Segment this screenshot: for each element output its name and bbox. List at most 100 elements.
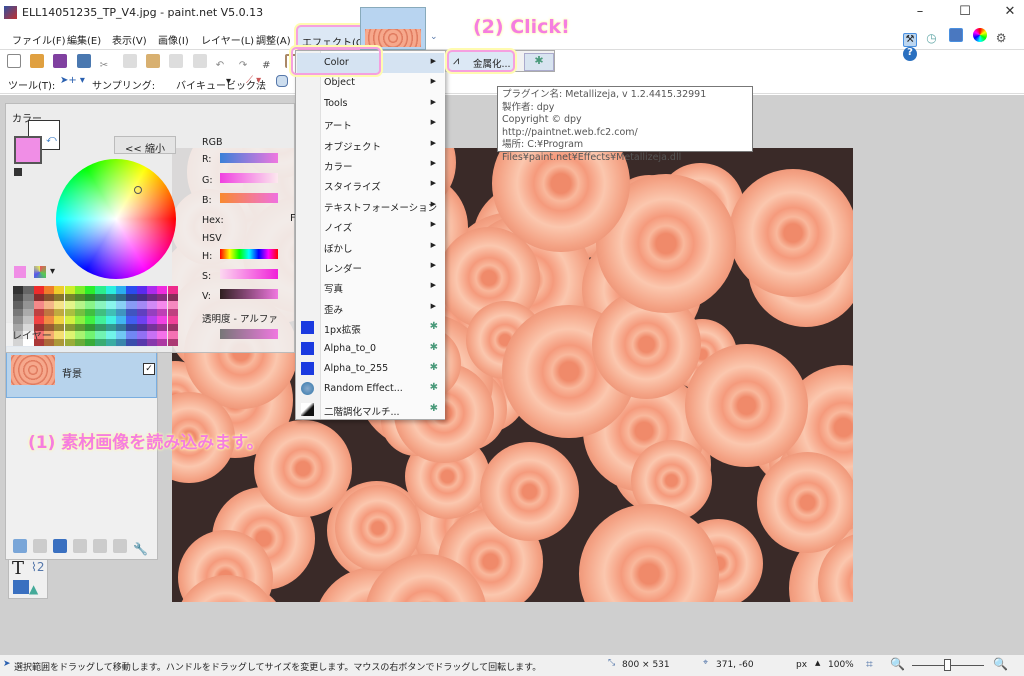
palette-swatch[interactable]	[54, 293, 65, 301]
palette-swatch[interactable]	[146, 301, 158, 309]
layer-visibility-checkbox[interactable]: ✓	[143, 363, 155, 375]
effects-menu-item[interactable]: 1px拡張 ✱	[297, 318, 444, 338]
unit-select[interactable]: px	[796, 660, 807, 670]
menu-layer[interactable]: レイヤー(L)	[197, 30, 258, 47]
palette-swatch[interactable]	[126, 323, 137, 331]
menu-image[interactable]: 画像(I)	[154, 30, 193, 47]
tools-window-icon[interactable]: ⚒	[903, 33, 917, 47]
palette-swatch[interactable]	[146, 308, 158, 316]
zoom-fit-icon[interactable]: ⌗	[866, 657, 873, 672]
palette-swatch[interactable]	[167, 331, 178, 339]
palette-swatch[interactable]	[146, 338, 158, 346]
palette-swatch[interactable]	[54, 338, 65, 346]
palette-swatch[interactable]	[54, 301, 65, 309]
copy-icon[interactable]	[122, 54, 137, 68]
palette-swatch[interactable]	[64, 323, 75, 331]
palette-swatch[interactable]	[64, 286, 75, 294]
add-palette-color-icon[interactable]	[14, 266, 26, 278]
duplicate-layer-icon[interactable]	[53, 539, 67, 553]
palette-swatch[interactable]	[95, 331, 106, 339]
g-slider[interactable]	[220, 173, 278, 183]
palette-swatch[interactable]	[74, 301, 86, 309]
palette-swatch[interactable]	[64, 331, 75, 339]
h-slider[interactable]	[220, 249, 278, 259]
v-slider[interactable]	[220, 289, 278, 299]
effects-menu-item[interactable]: Alpha_to_255 ✱	[297, 359, 444, 379]
palette-swatch[interactable]	[33, 286, 44, 294]
palette-swatch[interactable]	[105, 338, 116, 346]
palette-swatch[interactable]	[13, 308, 24, 316]
effects-menu-item[interactable]: Random Effect... ✱	[297, 379, 444, 399]
chevron-down-icon[interactable]: ▾	[50, 266, 55, 277]
palette-swatch[interactable]	[105, 286, 116, 294]
paste-icon[interactable]	[146, 54, 161, 68]
palette-swatch[interactable]	[157, 323, 168, 331]
shapes-tool-icon[interactable]	[13, 580, 29, 594]
effects-menu-item[interactable]: カラー ▶	[297, 155, 444, 175]
palette-swatch[interactable]	[167, 316, 178, 324]
palette-swatch[interactable]	[95, 293, 106, 301]
effects-menu-item[interactable]: ノイズ ▶	[297, 216, 444, 236]
palette-swatch[interactable]	[116, 286, 127, 294]
add-layer-icon[interactable]	[13, 539, 27, 553]
r-slider[interactable]	[220, 153, 278, 163]
palette-swatch[interactable]	[105, 301, 116, 309]
palette-swatch[interactable]	[85, 286, 96, 294]
merge-layer-icon[interactable]	[73, 539, 87, 553]
layer-row[interactable]: 背景 ✓	[6, 346, 157, 398]
effects-menu-item[interactable]: アート ▶	[297, 114, 444, 134]
menu-adjust[interactable]: 調整(A)	[252, 30, 295, 47]
palette-swatch[interactable]	[33, 301, 44, 309]
gear-icon[interactable]: ⚙	[996, 31, 1010, 45]
palette-swatch[interactable]	[43, 286, 55, 294]
palette-swatch[interactable]	[74, 338, 86, 346]
antialias-icon[interactable]: ⟋ ▾	[246, 75, 261, 86]
palette-swatch[interactable]	[126, 316, 137, 324]
palette-swatch[interactable]	[74, 293, 86, 301]
history-icon[interactable]: ◷	[926, 31, 940, 45]
crop-icon[interactable]	[169, 54, 184, 68]
palette-swatch[interactable]	[136, 301, 147, 309]
palette-swatch[interactable]	[157, 286, 168, 294]
palette-swatch[interactable]	[167, 286, 178, 294]
b-slider[interactable]	[220, 193, 278, 203]
palette-swatch[interactable]	[136, 323, 147, 331]
chevron-down-icon[interactable]: ⌄	[430, 32, 438, 42]
palette-swatch[interactable]	[126, 286, 137, 294]
palette-swatch[interactable]	[54, 308, 65, 316]
palette-swatch[interactable]	[85, 308, 96, 316]
reset-colors-icon[interactable]	[14, 168, 22, 176]
move-layer-up-icon[interactable]	[93, 539, 107, 553]
palette-swatch[interactable]	[105, 308, 116, 316]
palette-swatch[interactable]	[85, 338, 96, 346]
metallize-menu-item[interactable]: ⩘ 金属化...	[447, 50, 515, 72]
menu-file[interactable]: ファイル(F)	[8, 30, 70, 47]
palette-swatch[interactable]	[126, 301, 137, 309]
palette-swatch[interactable]	[64, 338, 75, 346]
palette-swatch[interactable]	[116, 301, 127, 309]
palette-swatch[interactable]	[23, 316, 34, 324]
palette-swatch[interactable]	[23, 293, 34, 301]
palette-swatch[interactable]	[85, 316, 96, 324]
palette-swatch[interactable]	[157, 293, 168, 301]
alpha-slider[interactable]	[220, 329, 278, 339]
move-selection-tool-icon[interactable]: ➤+ ▾	[60, 75, 85, 86]
palette-swatch[interactable]	[74, 308, 86, 316]
color-wheel[interactable]	[56, 159, 176, 279]
palette-swatch[interactable]	[95, 301, 106, 309]
text-tool-icon[interactable]: T	[12, 558, 24, 579]
swap-colors-icon[interactable]: ⤺	[46, 134, 57, 145]
palette-swatch[interactable]	[126, 308, 137, 316]
palette-swatch[interactable]	[13, 316, 24, 324]
palette-swatch[interactable]	[157, 316, 168, 324]
palette-swatch[interactable]	[64, 316, 75, 324]
palette-swatch[interactable]	[74, 316, 86, 324]
palette-swatch[interactable]	[116, 293, 127, 301]
open-file-icon[interactable]	[30, 54, 45, 68]
palette-swatch[interactable]	[157, 301, 168, 309]
palette-swatch[interactable]	[116, 323, 127, 331]
palette-swatch[interactable]	[105, 331, 116, 339]
palette-swatch[interactable]	[95, 286, 106, 294]
palette-swatch[interactable]	[116, 338, 127, 346]
palette-swatch[interactable]	[136, 331, 147, 339]
